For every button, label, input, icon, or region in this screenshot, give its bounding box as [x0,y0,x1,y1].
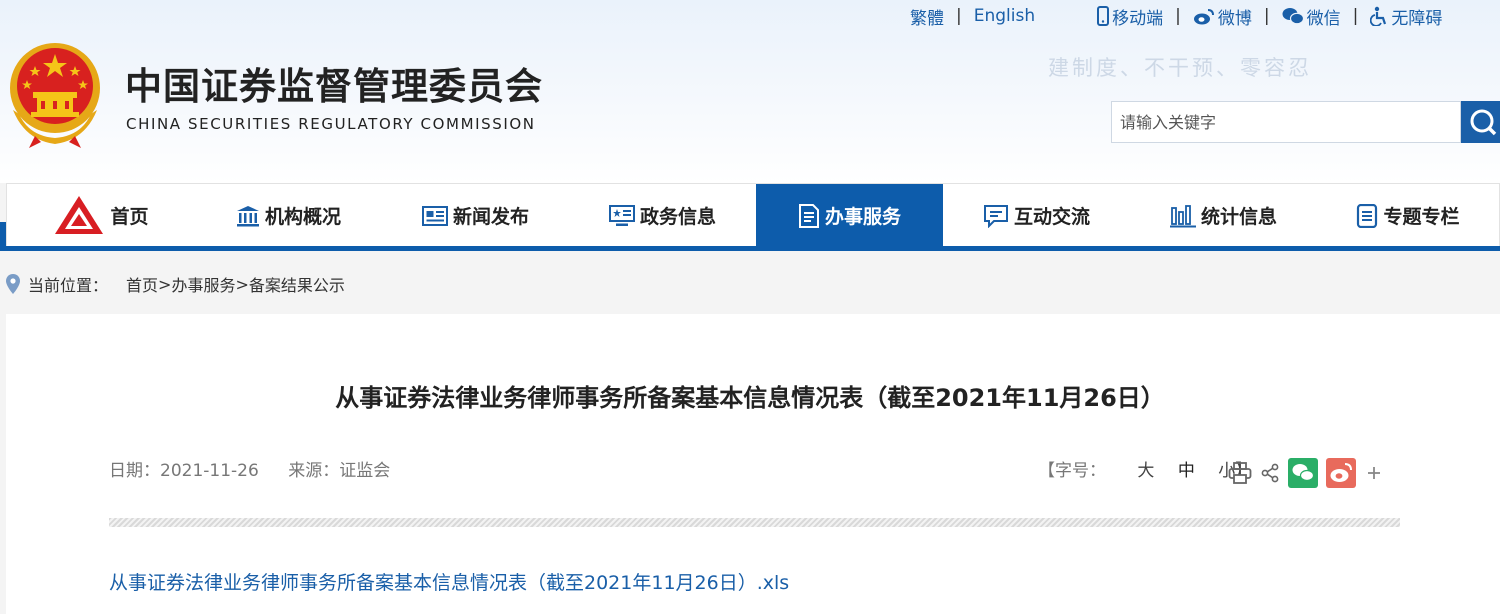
print-button[interactable] [1228,462,1252,484]
source-value: 证监会 [339,461,391,481]
slogan: 建制度、不干预、零容忍 [1048,56,1312,80]
attachment-link[interactable]: 从事证券法律业务律师事务所备案基本信息情况表（截至2021年11月26日）.xl… [109,568,789,595]
search-input[interactable] [1112,102,1458,142]
breadcrumb-section-link[interactable]: 办事服务 [171,272,235,296]
font-size-medium-button[interactable]: 中 [1178,461,1195,481]
document-icon [798,203,819,228]
monitor-icon [608,204,635,226]
nav-item-label: 互动交流 [1013,206,1090,228]
nav-item-about[interactable]: 机构概况 [195,184,382,247]
separator: | [1352,6,1359,26]
nav-item-topics[interactable]: 专题专栏 [1317,184,1499,247]
nav-item-news[interactable]: 新闻发布 [382,184,569,247]
date-label: 日期： [109,461,160,481]
share-icon [1261,463,1279,483]
date-value: 2021-11-26 [160,461,259,481]
nav-item-statistics[interactable]: 统计信息 [1130,184,1317,247]
breadcrumb-current-link[interactable]: 备案结果公示 [249,272,345,296]
font-size-label: 【字号： [1038,461,1106,481]
site-title-english: CHINA SECURITIES REGULATORY COMMISSION [126,115,536,133]
source-label: 来源： [288,461,340,481]
nav-item-label: 统计信息 [1200,206,1277,228]
nav-item-label: 政务信息 [639,206,716,228]
font-size-large-button[interactable]: 大 [1137,461,1154,481]
weibo-link-label: 微博 [1217,8,1252,29]
breadcrumb-label: 当前位置： [28,276,109,295]
weibo-share-icon [1326,458,1356,488]
font-size-control: 【字号： 大 中 小】 [1038,456,1252,481]
accessibility-link[interactable]: 无障碍 [1370,4,1442,29]
nav-item-label: 新闻发布 [452,206,529,228]
nav-item-label: 办事服务 [824,206,901,228]
site-header: 中国证券监督管理委员会 CHINA SECURITIES REGULATORY … [0,0,1500,183]
wechat-link[interactable]: 微信 [1282,4,1341,29]
wechat-link-label: 微信 [1306,8,1341,29]
nav-underline [6,246,1500,251]
site-title: 中国证券监督管理委员会 [125,65,543,108]
nav-item-home[interactable]: 首页 [7,184,195,247]
date: 日期：2021-11-26 [109,461,259,481]
wheelchair-icon [1370,6,1387,26]
more-share-button[interactable] [1364,463,1384,483]
nav-item-label: 机构概况 [264,206,341,228]
printer-icon [1228,462,1252,484]
wechat-icon [1282,8,1304,25]
search-icon [1470,109,1497,136]
mobile-link-label: 移动端 [1112,8,1164,29]
accessibility-link-label: 无障碍 [1391,8,1443,29]
separator: | [1263,6,1270,26]
plus-icon [1368,467,1380,479]
list-icon [1357,203,1378,228]
mobile-link[interactable]: 移动端 [1097,4,1163,29]
wechat-share-icon [1288,458,1318,488]
article-divider [109,518,1400,527]
share-button[interactable] [1260,463,1280,483]
breadcrumb-separator: > [158,274,172,294]
nav-item-government-info[interactable]: 政务信息 [569,184,756,247]
nav-item-interaction[interactable]: 互动交流 [943,184,1130,247]
news-icon [421,205,448,226]
article-meta: 日期：2021-11-26 来源：证监会 [109,456,414,481]
english-link[interactable]: English [974,6,1035,26]
nav-item-label: 专题专栏 [1383,206,1460,228]
nav-item-label: 首页 [110,206,149,228]
weibo-share-button[interactable] [1326,458,1356,488]
traditional-chinese-link[interactable]: 繁體 [910,4,944,29]
search-box [1111,101,1461,143]
bar-chart-icon [1169,204,1196,227]
source: 来源：证监会 [288,461,390,481]
breadcrumb-separator: > [235,274,249,294]
article-tools [1228,457,1392,489]
main-nav: 首页 机构概况 新闻发布 政务信息 办事服务 互动交流 统计信息 专题专栏 [6,183,1500,247]
location-pin-icon [6,274,20,294]
nav-item-services[interactable]: 办事服务 [756,184,943,247]
building-icon [236,205,259,226]
separator: | [956,6,962,26]
breadcrumb: 当前位置： 首页 > 办事服务 > 备案结果公示 [0,268,345,300]
top-links: 繁體 | English 移动端 | 微博 | 微信 | 无障碍 [910,4,1442,29]
article-title: 从事证券法律业务律师事务所备案基本信息情况表（截至2021年11月26日） [335,384,1165,412]
weibo-link[interactable]: 微博 [1193,4,1252,29]
mobile-icon [1097,6,1110,26]
wechat-share-button[interactable] [1288,458,1318,488]
weibo-icon [1193,8,1214,24]
csrc-logo-icon [55,195,104,234]
breadcrumb-home-link[interactable]: 首页 [126,272,158,296]
search-button[interactable] [1461,101,1500,143]
national-emblem-icon [10,43,100,148]
chat-icon [983,204,1008,228]
separator: | [1175,6,1181,26]
